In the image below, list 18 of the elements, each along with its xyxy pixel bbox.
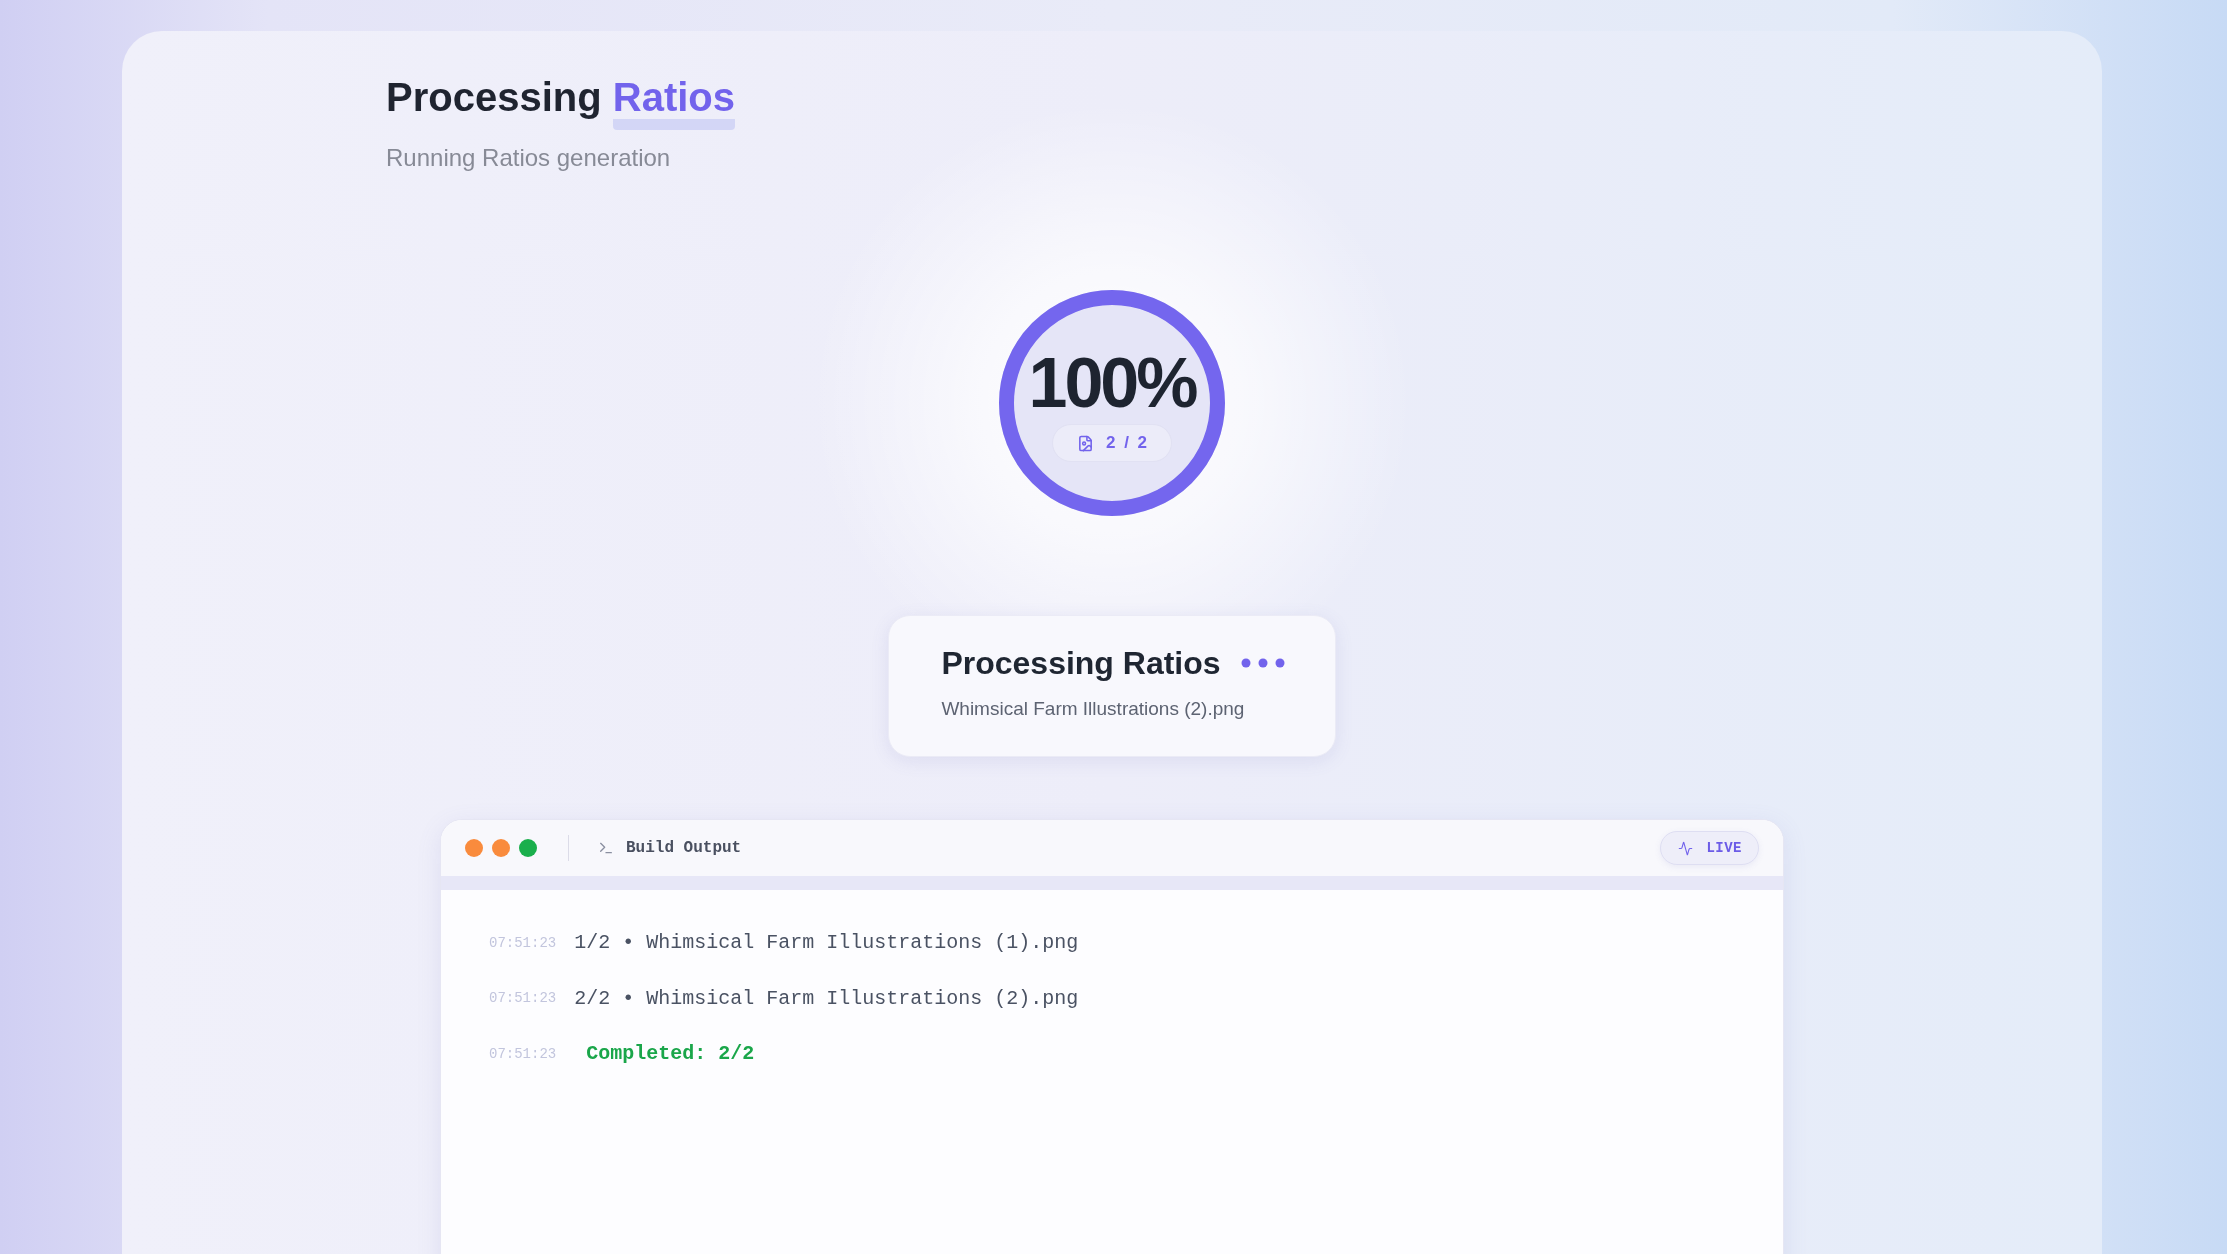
terminal-title: Build Output bbox=[626, 839, 742, 857]
log-timestamp: 07:51:23 bbox=[489, 934, 557, 951]
page-subtitle: Running Ratios generation bbox=[386, 143, 671, 172]
live-label: LIVE bbox=[1706, 840, 1742, 856]
page-title: Processing Ratios bbox=[386, 73, 736, 133]
loading-dots-icon bbox=[1240, 658, 1285, 668]
file-count: 2 / 2 bbox=[1105, 433, 1150, 453]
image-file-icon bbox=[1076, 434, 1094, 452]
completion-message: Completed: 2/2 bbox=[586, 1042, 755, 1066]
log-message: 2/2 • Whimsical Farm Illustrations (2).png bbox=[574, 986, 1079, 1010]
status-title: Processing Ratios bbox=[941, 644, 1221, 682]
progress-percent: 100% bbox=[1028, 348, 1196, 418]
log-message: 1/2 • Whimsical Farm Illustrations (1).png bbox=[574, 931, 1079, 955]
log-timestamp: 07:51:23 bbox=[489, 1045, 557, 1062]
log-timestamp: 07:51:23 bbox=[489, 990, 557, 1007]
terminal-icon bbox=[598, 840, 614, 856]
activity-icon bbox=[1678, 840, 1694, 856]
current-file-name: Whimsical Farm Illustrations (2).png bbox=[941, 697, 1246, 721]
